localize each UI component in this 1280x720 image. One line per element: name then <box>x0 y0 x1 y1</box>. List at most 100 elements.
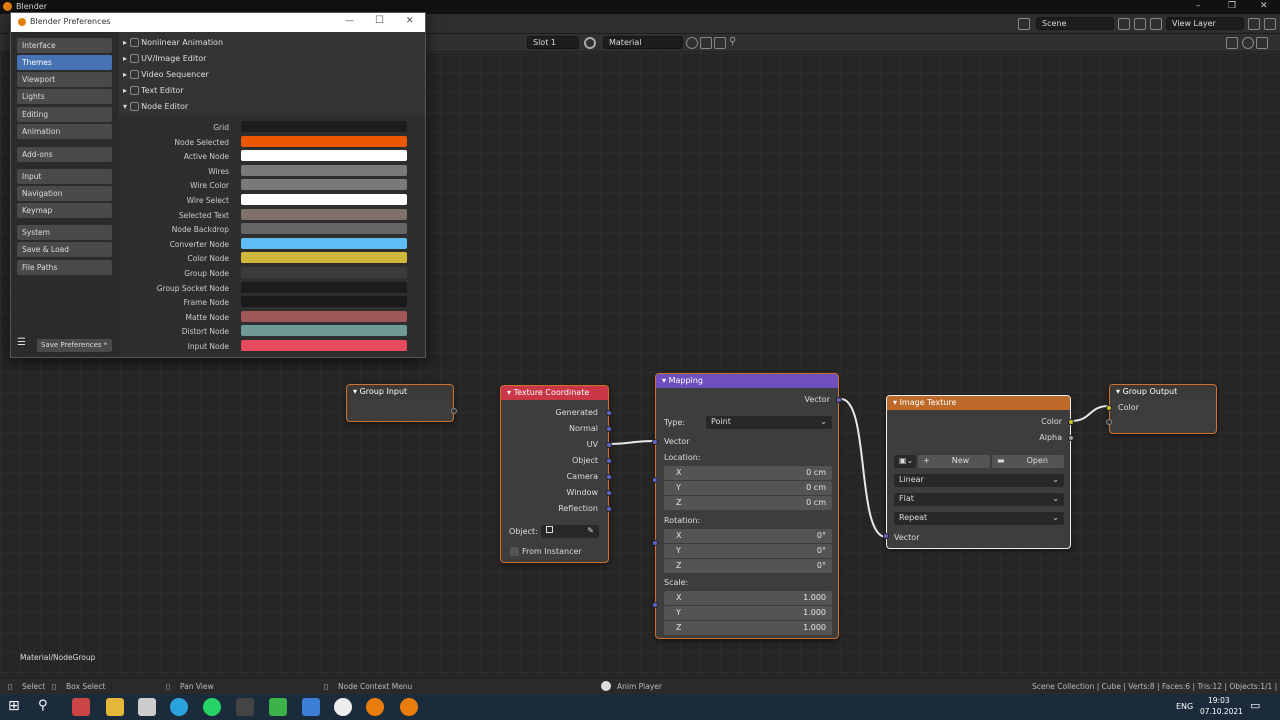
theme-color-swatch[interactable] <box>241 267 407 278</box>
section-video-sequencer[interactable]: ▸ Video Sequencer <box>123 70 209 79</box>
close-button[interactable]: ✕ <box>1260 1 1268 11</box>
sidebar-item-interface[interactable]: Interface <box>17 38 112 53</box>
theme-color-swatch[interactable] <box>241 252 407 264</box>
sidebar-item-keymap[interactable]: Keymap <box>17 203 112 218</box>
task-app-icon[interactable] <box>72 698 90 716</box>
sidebar-item-file-paths[interactable]: File Paths <box>17 260 112 275</box>
scale-socket[interactable] <box>652 602 658 608</box>
slot-dropdown[interactable]: Slot 1 <box>527 36 579 49</box>
eyedropper-icon[interactable]: ✎ <box>587 526 594 535</box>
language-indicator[interactable]: ENG <box>1176 702 1193 711</box>
theme-color-swatch[interactable] <box>241 237 407 249</box>
image-texture-header[interactable]: ▾ Image Texture <box>887 396 1070 410</box>
sidebar-item-input[interactable]: Input <box>17 169 112 184</box>
image-browse-button[interactable]: ▣⌄ <box>894 455 916 468</box>
object-picker[interactable]: ✎ <box>541 525 599 538</box>
sidebar-item-save-load[interactable]: Save & Load <box>17 242 112 257</box>
rotation-x-field[interactable]: X 0° <box>664 529 832 543</box>
theme-color-swatch[interactable] <box>241 194 407 205</box>
view-layer-field[interactable]: View Layer <box>1166 17 1244 30</box>
location-y-field[interactable]: Y 0 cm <box>664 481 832 495</box>
scale-y-field[interactable]: Y 1.000 <box>664 606 832 620</box>
cancel-icon[interactable] <box>601 681 611 691</box>
sidebar-item-lights[interactable]: Lights <box>17 89 112 104</box>
camera-app-icon[interactable] <box>236 698 254 716</box>
windows-start-icon[interactable]: ⊞ <box>8 698 26 716</box>
material-field[interactable]: Material <box>603 36 683 49</box>
from-instancer-checkbox[interactable] <box>510 547 519 556</box>
extension-dropdown[interactable]: Repeat ⌄ <box>894 512 1064 525</box>
projection-dropdown[interactable]: Flat ⌄ <box>894 493 1064 506</box>
sidebar-item-addons[interactable]: Add-ons <box>17 147 112 162</box>
blue-app-icon[interactable] <box>302 698 320 716</box>
image-vector-socket[interactable] <box>883 533 889 539</box>
rotation-y-field[interactable]: Y 0° <box>664 544 832 558</box>
section-uv-image-editor[interactable]: ▸ UV/Image Editor <box>123 54 206 63</box>
scene-icon[interactable] <box>1018 18 1030 30</box>
save-preferences-button[interactable]: Save Preferences * <box>37 339 112 352</box>
blender-taskbar-icon-2[interactable] <box>400 698 418 716</box>
prefs-close-button[interactable]: ✕ <box>406 16 414 26</box>
texture-coordinate-node[interactable]: ▾ Texture Coordinate Generated Normal UV… <box>500 385 612 563</box>
group-input-node[interactable]: ▾ Group Input <box>346 384 457 422</box>
sidebar-item-navigation[interactable]: Navigation <box>17 186 112 201</box>
sidebar-item-editing[interactable]: Editing <box>17 107 112 122</box>
parent-node-tree-icon[interactable] <box>1226 37 1238 49</box>
theme-color-swatch[interactable] <box>241 208 407 220</box>
theme-color-swatch[interactable] <box>241 340 407 351</box>
material-sphere-icon[interactable] <box>584 37 596 49</box>
theme-color-swatch[interactable] <box>241 150 407 162</box>
location-z-field[interactable]: Z 0 cm <box>664 496 832 510</box>
section-node-editor[interactable]: ▾ Node Editor <box>123 102 188 111</box>
socket-uv[interactable] <box>606 442 612 448</box>
green-app-icon[interactable] <box>269 698 287 716</box>
location-x-field[interactable]: X 0 cm <box>664 466 832 480</box>
mapping-header[interactable]: ▾ Mapping <box>656 374 838 388</box>
copy-view-layer-icon[interactable] <box>1248 18 1260 30</box>
section-nonlinear-animation[interactable]: ▸ Nonlinear Animation <box>123 38 223 47</box>
yandex-browser-icon[interactable] <box>334 698 352 716</box>
clock-time[interactable]: 19:03 <box>1208 696 1230 705</box>
group-input-header[interactable]: ▾ Group Input <box>347 385 453 399</box>
prefs-maximize-button[interactable]: ☐ <box>375 15 384 26</box>
duplicate-material-icon[interactable] <box>700 37 712 49</box>
rotation-socket[interactable] <box>652 540 658 546</box>
open-image-button[interactable]: ▬ Open <box>992 455 1064 468</box>
notifications-icon[interactable]: ▭ <box>1250 699 1260 712</box>
sidebar-item-themes[interactable]: Themes <box>17 55 112 70</box>
group-output-color-socket[interactable] <box>1106 405 1112 411</box>
scale-x-field[interactable]: X 1.000 <box>664 591 832 605</box>
copy-scene-icon[interactable] <box>1118 18 1130 30</box>
view-layer-icon[interactable] <box>1150 18 1162 30</box>
search-icon[interactable]: ⚲ <box>38 698 56 716</box>
telegram-icon[interactable] <box>170 698 188 716</box>
sidebar-item-system[interactable]: System <box>17 225 112 240</box>
theme-color-swatch[interactable] <box>241 223 407 235</box>
theme-color-swatch[interactable] <box>241 310 407 322</box>
image-texture-node[interactable]: ▾ Image Texture Color Alpha ▣⌄ + New ▬ Ope… <box>883 395 1074 549</box>
status-anim-player[interactable]: Anim Player <box>617 682 662 691</box>
socket-window[interactable] <box>606 490 612 496</box>
rotation-z-field[interactable]: Z 0° <box>664 559 832 573</box>
group-input-empty-socket[interactable] <box>451 408 457 414</box>
theme-color-swatch[interactable] <box>241 135 407 147</box>
clock-date[interactable]: 07.10.2021 <box>1200 707 1243 716</box>
group-output-empty-socket[interactable] <box>1106 419 1112 425</box>
delete-scene-icon[interactable] <box>1134 18 1146 30</box>
unlink-material-icon[interactable] <box>714 37 726 49</box>
overlay-icon[interactable] <box>1256 37 1268 49</box>
section-text-editor[interactable]: ▸ Text Editor <box>123 86 184 95</box>
mapping-output-socket[interactable] <box>836 397 842 403</box>
maximize-button[interactable]: ❐ <box>1228 1 1236 11</box>
hamburger-menu-icon[interactable]: ☰ <box>17 337 26 348</box>
new-image-button[interactable]: + New <box>918 455 990 468</box>
interpolation-dropdown[interactable]: Linear ⌄ <box>894 474 1064 487</box>
scale-z-field[interactable]: Z 1.000 <box>664 621 832 635</box>
fake-user-icon[interactable] <box>686 37 698 49</box>
whatsapp-icon[interactable] <box>203 698 221 716</box>
theme-color-swatch[interactable] <box>241 281 407 293</box>
theme-color-swatch[interactable] <box>241 325 407 337</box>
group-output-node[interactable]: ▾ Group Output Color <box>1106 384 1217 434</box>
pin-icon[interactable]: ⚲ <box>729 36 736 47</box>
delete-view-layer-icon[interactable] <box>1264 18 1276 30</box>
